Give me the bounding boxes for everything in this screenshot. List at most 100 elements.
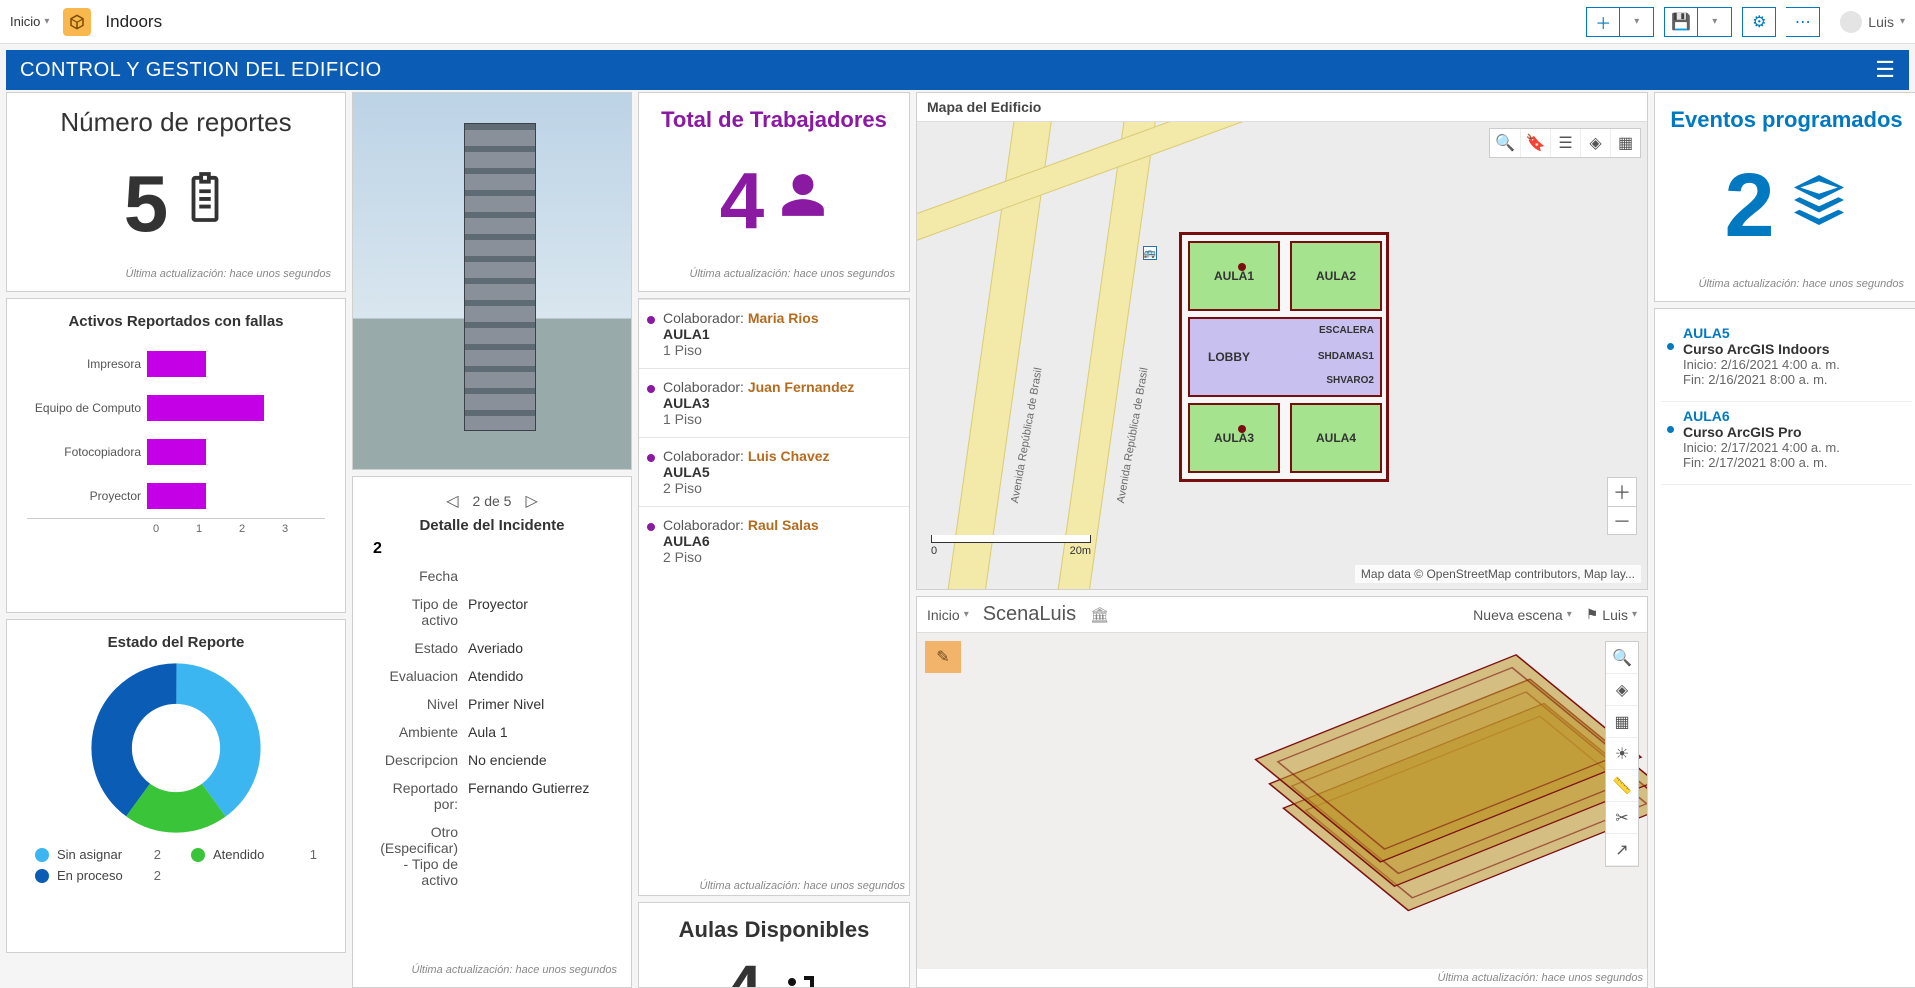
map-canvas[interactable]: Avenida República de Brasil Avenida Repú… (917, 122, 1647, 589)
list-item[interactable]: Colaborador: Juan Fernandez AULA3 1 Piso (639, 368, 909, 437)
chevron-down-icon: ▾ (1632, 609, 1637, 620)
home-label: Inicio (10, 14, 40, 29)
last-updated: Última actualización: hace unos segundos (917, 969, 1647, 987)
worker-list[interactable]: Colaborador: Maria Rios AULA1 1 Piso Col… (639, 299, 909, 877)
legend-icon[interactable]: ☰ (1550, 129, 1580, 157)
last-updated: Última actualización: hace unos segundos (17, 265, 335, 283)
event-count-value: 2 (1724, 155, 1774, 258)
floorplan: AULA1 AULA2 LOBBY ESCALERA SHDAMAS1 SHVA… (1179, 232, 1389, 482)
bar (147, 395, 264, 421)
person-icon (778, 170, 828, 233)
list-item[interactable]: Colaborador: Maria Rios AULA1 1 Piso (639, 299, 909, 368)
scale-bar: 0 20m (931, 535, 1091, 557)
card-report-status: Estado del Reporte Sin asignar2 Atendido… (6, 619, 346, 953)
chevron-down-icon: ▾ (1634, 16, 1639, 27)
save-dropdown[interactable]: ▾ (1698, 7, 1732, 37)
layers-icon[interactable]: ◈ (1606, 674, 1638, 706)
detail-title: Detalle del Incidente (363, 517, 621, 540)
more-button[interactable]: ⋯ (1786, 7, 1820, 37)
search-icon[interactable]: 🔍 (1490, 129, 1520, 157)
grid-icon[interactable]: ▦ (1606, 706, 1638, 738)
add-dropdown[interactable]: ▾ (1620, 7, 1654, 37)
card-event-count: Eventos programados 2 Última actualizaci… (1654, 92, 1915, 302)
banner-menu-button[interactable]: ☰ (1875, 57, 1895, 83)
layers-icon (1789, 170, 1849, 243)
dashboard-banner: CONTROL Y GESTION DEL EDIFICIO ☰ (6, 50, 1909, 90)
save-icon: 💾 (1671, 12, 1691, 32)
map-attribution: Map data © OpenStreetMap contributors, M… (1355, 565, 1641, 583)
search-icon[interactable]: 🔍 (1606, 642, 1638, 674)
last-updated: Última actualización: hace unos segundos (363, 961, 621, 979)
card-report-count: Número de reportes 5 Última actualizació… (6, 92, 346, 292)
report-count-value: 5 (124, 158, 169, 250)
card-title: Número de reportes (17, 101, 335, 142)
dashboard: Número de reportes 5 Última actualizació… (6, 92, 1909, 959)
scene-user-dropdown[interactable]: ⚑Luis▾ (1586, 606, 1637, 623)
prev-button[interactable]: ◁ (446, 491, 458, 511)
scene-home-dropdown[interactable]: Inicio▾ (927, 607, 969, 623)
card-scene: Inicio▾ ScenaLuis 🏛 Nueva escena▾ ⚑Luis▾… (916, 596, 1648, 988)
share-icon[interactable]: ↗ (1606, 834, 1638, 866)
layers-icon[interactable]: ◈ (1580, 129, 1610, 157)
new-scene-dropdown[interactable]: Nueva escena▾ (1473, 607, 1572, 623)
slice-icon[interactable]: ✂ (1606, 802, 1638, 834)
legend: Sin asignar2 Atendido1 En proceso2 (17, 833, 335, 883)
list-item[interactable]: AULA5 Curso ArcGIS Indoors Inicio: 2/16/… (1661, 319, 1912, 402)
list-item[interactable]: Colaborador: Raul Salas AULA6 2 Piso (639, 506, 909, 575)
x-axis: 0 1 2 3 (27, 518, 325, 535)
chart-title: Estado del Reporte (17, 628, 335, 655)
scene-header: Inicio▾ ScenaLuis 🏛 Nueva escena▾ ⚑Luis▾ (917, 597, 1647, 633)
building-icon: 🏛 (1090, 606, 1109, 624)
settings-button[interactable]: ⚙ (1742, 7, 1776, 37)
home-dropdown[interactable]: Inicio ▾ (10, 14, 49, 29)
bar-row: Fotocopiadora (27, 430, 325, 474)
app-title: Indoors (105, 12, 162, 32)
edit-button[interactable]: ✎ (925, 641, 961, 673)
pager-label: 2 de 5 (473, 493, 512, 509)
avatar (1840, 11, 1862, 33)
next-button[interactable]: ▷ (525, 491, 537, 511)
zoom-in-button[interactable]: ＋ (1608, 478, 1636, 506)
chevron-down-icon: ▾ (1900, 16, 1905, 27)
ellipsis-icon: ⋯ (1795, 12, 1811, 32)
save-button[interactable]: 💾 (1664, 7, 1698, 37)
cube-icon (68, 13, 86, 31)
bar-chart[interactable]: Impresora Equipo de Computo Fotocopiador… (17, 334, 335, 535)
worker-count-value: 4 (720, 155, 765, 247)
last-updated: Última actualización: hace unos segundos (639, 877, 909, 895)
card-building-map: Mapa del Edificio Avenida República de B… (916, 92, 1648, 590)
flag-icon: ⚑ (1586, 606, 1599, 623)
list-item[interactable]: AULA6 Curso ArcGIS Pro Inicio: 2/17/2021… (1661, 402, 1912, 485)
bar (147, 439, 206, 465)
app-bar: Inicio ▾ Indoors ＋ ▾ 💾 ▾ ⚙ ⋯ Luis ▾ (0, 0, 1915, 44)
donut-chart[interactable] (91, 663, 261, 833)
add-button[interactable]: ＋ (1586, 7, 1620, 37)
last-updated: Última actualización: hace unos segundos (649, 265, 899, 283)
app-logo (63, 8, 91, 36)
save-button-group: 💾 ▾ (1664, 7, 1732, 37)
rooms-value: 4 (726, 951, 762, 988)
card-event-list: AULA5 Curso ArcGIS Indoors Inicio: 2/16/… (1654, 308, 1915, 988)
list-item[interactable]: Colaborador: Luis Chavez AULA5 2 Piso (639, 437, 909, 506)
scene-canvas[interactable]: ✎ 🔍 ◈ ▦ ☀ 📏 ✂ ↗ (917, 633, 1647, 969)
chevron-down-icon: ▾ (1712, 16, 1717, 27)
basemap-icon[interactable]: ▦ (1610, 129, 1640, 157)
user-menu[interactable]: Luis ▾ (1840, 11, 1905, 33)
event-list[interactable]: AULA5 Curso ArcGIS Indoors Inicio: 2/16/… (1655, 309, 1915, 495)
last-updated: Última actualización: hace unos segundos (1665, 275, 1908, 293)
bar-row: Equipo de Computo (27, 386, 325, 430)
measure-icon[interactable]: 📏 (1606, 770, 1638, 802)
detail-index: 2 (363, 540, 621, 558)
scene-title: ScenaLuis (983, 603, 1076, 626)
card-rooms-available: Aulas Disponibles 4 (638, 902, 910, 988)
zoom-out-button[interactable]: － (1608, 506, 1636, 534)
lighting-icon[interactable]: ☀ (1606, 738, 1638, 770)
add-button-group: ＋ ▾ (1586, 7, 1654, 37)
bookmark-icon[interactable]: 🔖 (1520, 129, 1550, 157)
map-toolbar: 🔍 🔖 ☰ ◈ ▦ (1489, 128, 1641, 158)
zoom-control: ＋ － (1607, 477, 1637, 535)
bar (147, 351, 206, 377)
chevron-down-icon: ▾ (1567, 609, 1572, 620)
legend-item: Sin asignar2 (35, 847, 161, 862)
scene-toolbar: 🔍 ◈ ▦ ☀ 📏 ✂ ↗ (1605, 641, 1639, 867)
